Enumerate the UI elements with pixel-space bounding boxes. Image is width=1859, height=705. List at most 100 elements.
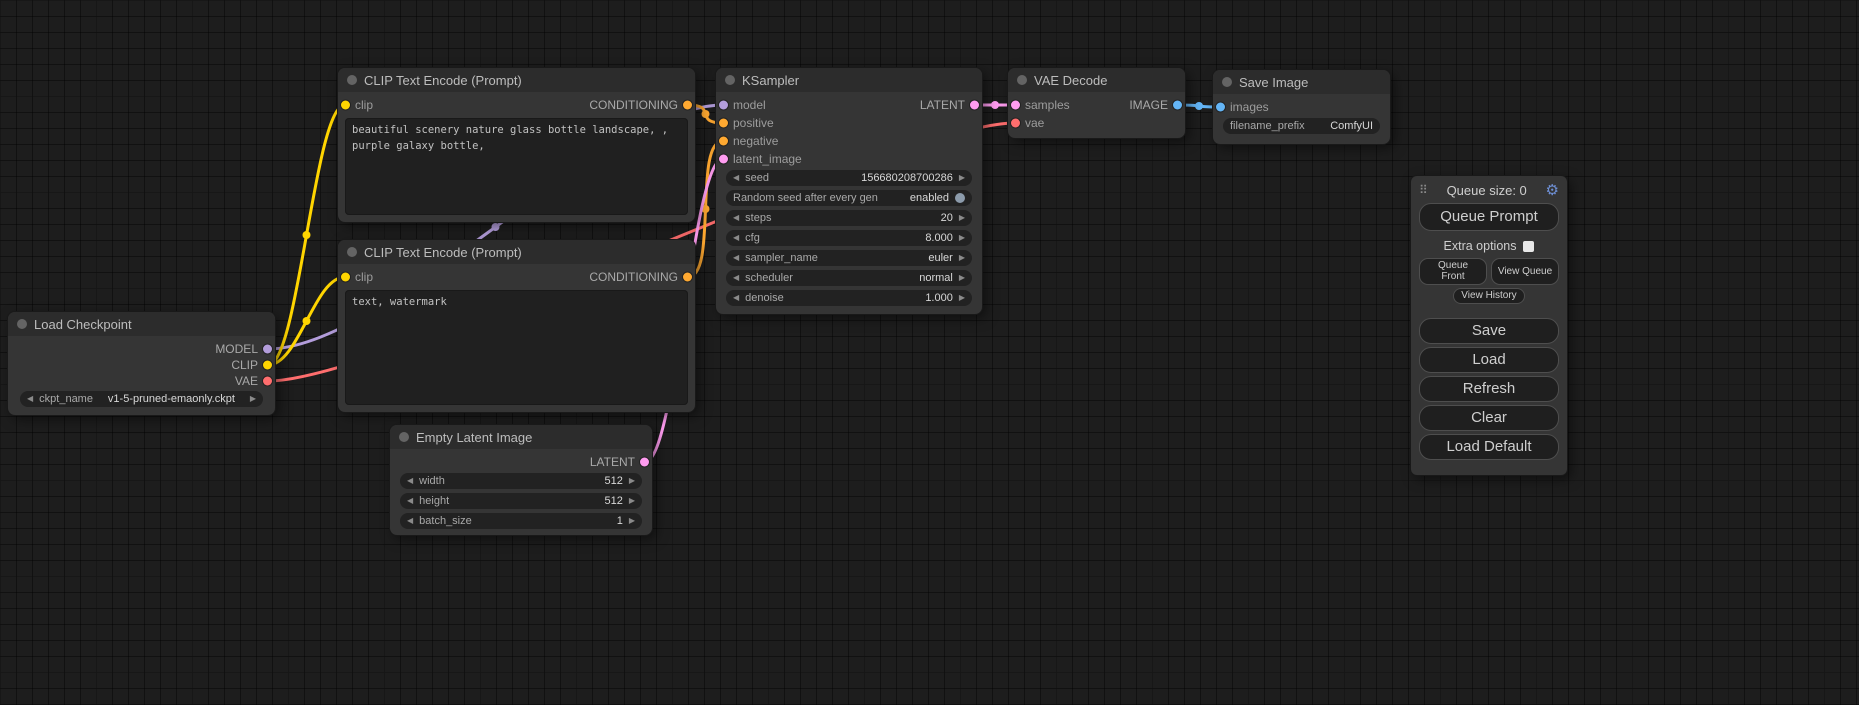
ckpt-name-widget[interactable]: ◀ ckpt_name v1-5-pruned-emaonly.ckpt ▶ bbox=[20, 391, 263, 407]
prev-arrow-icon[interactable]: ◀ bbox=[733, 174, 739, 182]
next-arrow-icon[interactable]: ▶ bbox=[250, 395, 256, 403]
output-slot-model: MODEL bbox=[8, 341, 275, 357]
vae-input-dot[interactable] bbox=[1011, 119, 1020, 128]
collapse-dot[interactable] bbox=[347, 75, 357, 85]
prev-arrow-icon[interactable]: ◀ bbox=[733, 234, 739, 242]
widget-name: cfg bbox=[745, 232, 760, 244]
toggle-dot[interactable] bbox=[955, 193, 965, 203]
scheduler-widget[interactable]: ◀ scheduler normal ▶ bbox=[726, 270, 972, 286]
link-midpoint-dot-ksampler-latent-to-vae-decode bbox=[991, 101, 999, 109]
filename-prefix-widget[interactable]: filename_prefix ComfyUI bbox=[1223, 118, 1380, 134]
clip-input-dot[interactable] bbox=[341, 273, 350, 282]
positive-input-dot[interactable] bbox=[719, 119, 728, 128]
node-clip-text-encode-negative[interactable]: CLIP Text Encode (Prompt) clip CONDITION… bbox=[338, 240, 695, 412]
view-history-button[interactable]: View History bbox=[1453, 288, 1525, 304]
next-arrow-icon[interactable]: ▶ bbox=[629, 497, 635, 505]
collapse-dot[interactable] bbox=[17, 319, 27, 329]
node-vae-decode[interactable]: VAE Decode samples IMAGE vae bbox=[1008, 68, 1185, 138]
next-arrow-icon[interactable]: ▶ bbox=[959, 254, 965, 262]
load-default-button[interactable]: Load Default bbox=[1419, 434, 1559, 460]
collapse-dot[interactable] bbox=[1222, 77, 1232, 87]
settings-gear-icon[interactable]: ⚙ bbox=[1546, 181, 1559, 199]
model-input-dot[interactable] bbox=[719, 101, 728, 110]
node-title-bar[interactable]: Save Image bbox=[1213, 70, 1390, 94]
widget-value: enabled bbox=[910, 192, 949, 204]
conditioning-output-dot[interactable] bbox=[683, 101, 692, 110]
link-midpoint-dot-vae-decode-image-to-save-image bbox=[1195, 102, 1203, 110]
samples-input-dot[interactable] bbox=[1011, 101, 1020, 110]
node-title-bar[interactable]: Empty Latent Image bbox=[390, 425, 652, 449]
denoise-widget[interactable]: ◀ denoise 1.000 ▶ bbox=[726, 290, 972, 306]
widget-name: width bbox=[419, 475, 445, 487]
positive-prompt-textarea[interactable]: beautiful scenery nature glass bottle la… bbox=[345, 118, 688, 215]
latent-output-dot[interactable] bbox=[970, 101, 979, 110]
prev-arrow-icon[interactable]: ◀ bbox=[733, 294, 739, 302]
input-label: samples bbox=[1025, 98, 1070, 112]
node-title-bar[interactable]: Load Checkpoint bbox=[8, 312, 275, 336]
next-arrow-icon[interactable]: ▶ bbox=[629, 477, 635, 485]
sampler-name-widget[interactable]: ◀ sampler_name euler ▶ bbox=[726, 250, 972, 266]
refresh-button[interactable]: Refresh bbox=[1419, 376, 1559, 402]
next-arrow-icon[interactable]: ▶ bbox=[959, 274, 965, 282]
prev-arrow-icon[interactable]: ◀ bbox=[27, 395, 33, 403]
prev-arrow-icon[interactable]: ◀ bbox=[407, 477, 413, 485]
height-widget[interactable]: ◀ height 512 ▶ bbox=[400, 493, 642, 509]
next-arrow-icon[interactable]: ▶ bbox=[959, 174, 965, 182]
node-ksampler[interactable]: KSampler model LATENT positive negative … bbox=[716, 68, 982, 314]
output-label: CONDITIONING bbox=[589, 98, 678, 112]
prev-arrow-icon[interactable]: ◀ bbox=[407, 497, 413, 505]
images-input-dot[interactable] bbox=[1216, 103, 1225, 112]
next-arrow-icon[interactable]: ▶ bbox=[959, 214, 965, 222]
prev-arrow-icon[interactable]: ◀ bbox=[733, 254, 739, 262]
width-widget[interactable]: ◀ width 512 ▶ bbox=[400, 473, 642, 489]
negative-input-dot[interactable] bbox=[719, 137, 728, 146]
input-slot-images: images bbox=[1213, 98, 1390, 116]
node-clip-text-encode-positive[interactable]: CLIP Text Encode (Prompt) clip CONDITION… bbox=[338, 68, 695, 222]
collapse-dot[interactable] bbox=[399, 432, 409, 442]
node-save-image[interactable]: Save Image images filename_prefix ComfyU… bbox=[1213, 70, 1390, 144]
prev-arrow-icon[interactable]: ◀ bbox=[407, 517, 413, 525]
clip-output-dot[interactable] bbox=[263, 361, 272, 370]
seed-widget[interactable]: ◀ seed 156680208700286 ▶ bbox=[726, 170, 972, 186]
output-label: CLIP bbox=[231, 358, 258, 372]
collapse-dot[interactable] bbox=[725, 75, 735, 85]
vae-output-dot[interactable] bbox=[263, 377, 272, 386]
negative-prompt-textarea[interactable]: text, watermark bbox=[345, 290, 688, 405]
steps-widget[interactable]: ◀ steps 20 ▶ bbox=[726, 210, 972, 226]
input-label: positive bbox=[733, 116, 774, 130]
prev-arrow-icon[interactable]: ◀ bbox=[733, 214, 739, 222]
queue-front-button[interactable]: Queue Front bbox=[1419, 258, 1487, 285]
input-slot-positive: positive bbox=[716, 114, 982, 132]
random-seed-toggle-widget[interactable]: Random seed after every gen enabled bbox=[726, 190, 972, 206]
next-arrow-icon[interactable]: ▶ bbox=[629, 517, 635, 525]
widget-value: normal bbox=[919, 272, 953, 284]
node-title-bar[interactable]: VAE Decode bbox=[1008, 68, 1185, 92]
cfg-widget[interactable]: ◀ cfg 8.000 ▶ bbox=[726, 230, 972, 246]
batch-size-widget[interactable]: ◀ batch_size 1 ▶ bbox=[400, 513, 642, 529]
node-title-bar[interactable]: CLIP Text Encode (Prompt) bbox=[338, 68, 695, 92]
node-load-checkpoint[interactable]: Load Checkpoint MODEL CLIP VAE ◀ ckpt_na… bbox=[8, 312, 275, 415]
next-arrow-icon[interactable]: ▶ bbox=[959, 234, 965, 242]
collapse-dot[interactable] bbox=[347, 247, 357, 257]
node-title-bar[interactable]: CLIP Text Encode (Prompt) bbox=[338, 240, 695, 264]
queue-prompt-button[interactable]: Queue Prompt bbox=[1419, 203, 1559, 231]
collapse-dot[interactable] bbox=[1017, 75, 1027, 85]
next-arrow-icon[interactable]: ▶ bbox=[959, 294, 965, 302]
clear-button[interactable]: Clear bbox=[1419, 405, 1559, 431]
latent-image-input-dot[interactable] bbox=[719, 155, 728, 164]
link-midpoint-dot-clip-to-positive-prompt bbox=[303, 231, 311, 239]
clip-input-dot[interactable] bbox=[341, 101, 350, 110]
conditioning-output-dot[interactable] bbox=[683, 273, 692, 282]
image-output-dot[interactable] bbox=[1173, 101, 1182, 110]
latent-output-dot[interactable] bbox=[640, 458, 649, 467]
prev-arrow-icon[interactable]: ◀ bbox=[733, 274, 739, 282]
extra-options-checkbox[interactable] bbox=[1523, 241, 1534, 252]
input-slot-latent-image: latent_image bbox=[716, 150, 982, 168]
view-queue-button[interactable]: View Queue bbox=[1491, 258, 1559, 285]
drag-handle-icon[interactable]: ⠿ bbox=[1419, 183, 1428, 197]
node-title-bar[interactable]: KSampler bbox=[716, 68, 982, 92]
save-button[interactable]: Save bbox=[1419, 318, 1559, 344]
model-output-dot[interactable] bbox=[263, 345, 272, 354]
load-button[interactable]: Load bbox=[1419, 347, 1559, 373]
node-empty-latent-image[interactable]: Empty Latent Image LATENT ◀ width 512 ▶ … bbox=[390, 425, 652, 535]
